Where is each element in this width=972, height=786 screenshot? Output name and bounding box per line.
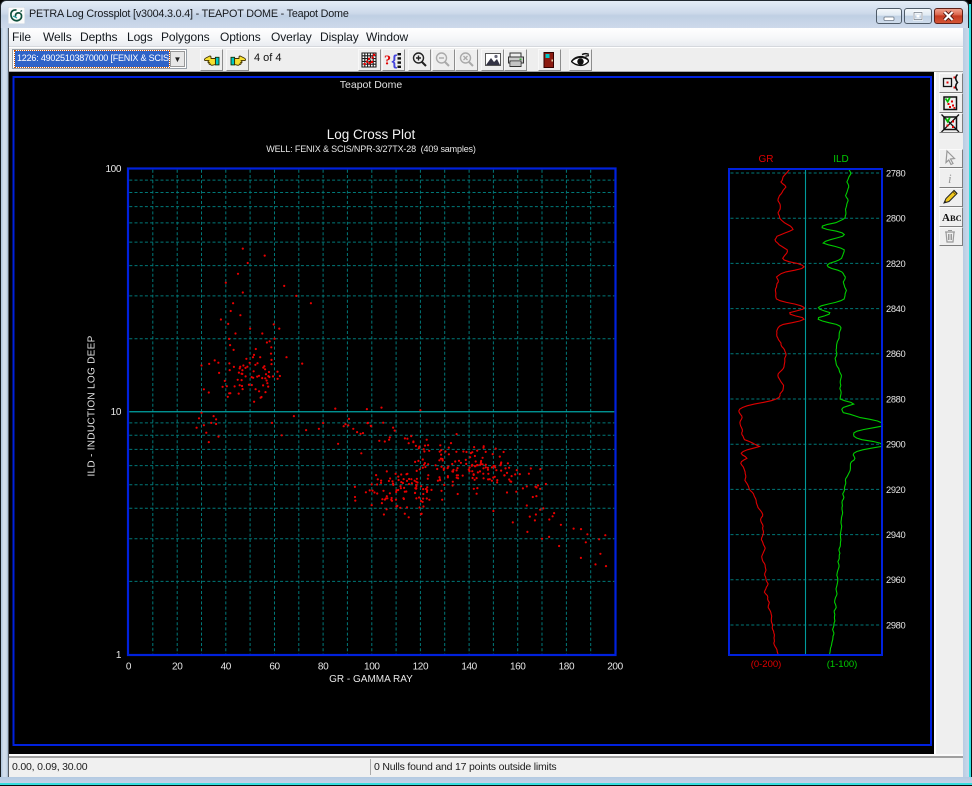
svg-text:2840: 2840	[886, 304, 905, 314]
svg-text:2820: 2820	[886, 259, 905, 269]
svg-text:20: 20	[172, 662, 183, 673]
svg-text:2800: 2800	[886, 214, 905, 224]
svg-text:1: 1	[116, 650, 122, 661]
svg-text:2980: 2980	[886, 620, 905, 630]
svg-text:Teapot Dome: Teapot Dome	[340, 79, 403, 91]
svg-text:120: 120	[413, 662, 429, 673]
svg-text:i: i	[948, 171, 952, 186]
svg-text:80: 80	[318, 662, 329, 673]
svg-text:180: 180	[559, 662, 575, 673]
svg-text:BC: BC	[950, 213, 961, 223]
svg-text:140: 140	[461, 662, 477, 673]
svg-text:?: ?	[384, 54, 391, 69]
svg-text:ILD - INDUCTION LOG DEEP: ILD - INDUCTION LOG DEEP	[87, 335, 98, 476]
svg-text:A: A	[942, 212, 950, 224]
svg-text:160: 160	[510, 662, 526, 673]
svg-text:60: 60	[269, 662, 280, 673]
svg-text:10: 10	[111, 407, 122, 418]
svg-text:2880: 2880	[886, 394, 905, 404]
svg-text:0: 0	[126, 662, 132, 673]
svg-text:Log Cross Plot: Log Cross Plot	[327, 127, 416, 142]
svg-text:GR - GAMMA RAY: GR - GAMMA RAY	[329, 674, 413, 685]
svg-text:2900: 2900	[886, 440, 905, 450]
svg-text:2940: 2940	[886, 530, 905, 540]
svg-text:200: 200	[607, 662, 623, 673]
svg-text:ILD: ILD	[833, 154, 849, 165]
svg-text:2780: 2780	[886, 168, 905, 178]
svg-text:{: {	[392, 53, 398, 70]
svg-text:(1-100): (1-100)	[827, 659, 858, 670]
svg-text:(0-200): (0-200)	[751, 659, 782, 670]
svg-text:2960: 2960	[886, 575, 905, 585]
svg-text:WELL: FENIX & SCIS/NPR-3/27TX-: WELL: FENIX & SCIS/NPR-3/27TX-28 (409 sa…	[266, 144, 476, 154]
svg-text:100: 100	[106, 164, 122, 175]
svg-text:2920: 2920	[886, 485, 905, 495]
svg-text:GR: GR	[759, 154, 774, 165]
svg-text:40: 40	[221, 662, 232, 673]
svg-text:2860: 2860	[886, 349, 905, 359]
svg-text:100: 100	[364, 662, 380, 673]
